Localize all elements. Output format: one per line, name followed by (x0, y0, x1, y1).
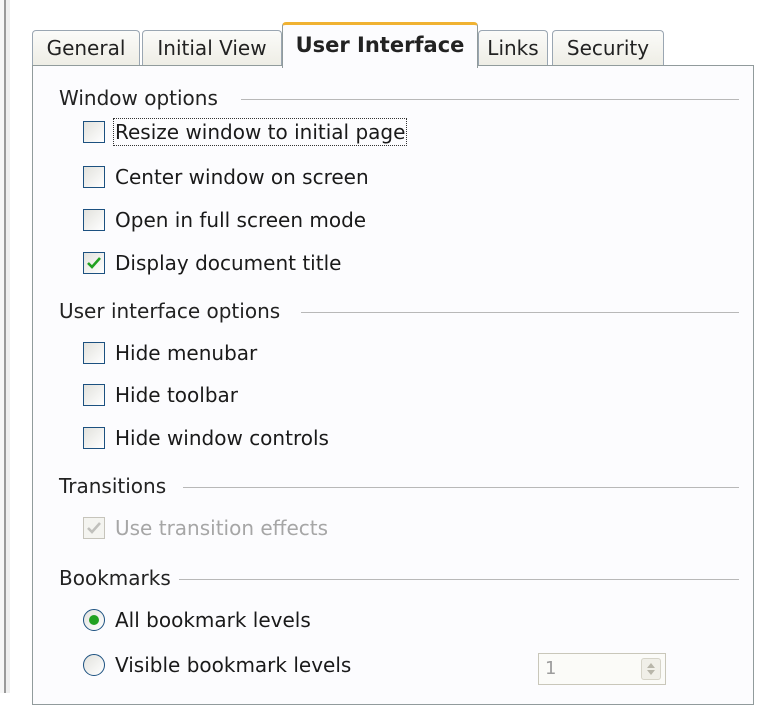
display-title-label[interactable]: Display document title (115, 251, 341, 275)
bookmark-levels-spinbox: 1 (538, 653, 666, 685)
resize-window-label[interactable]: Resize window to initial page (112, 118, 408, 146)
bookmark-levels-value: 1 (545, 658, 557, 679)
hide-toolbar-option[interactable]: Hide toolbar (83, 381, 238, 409)
transitions-divider (183, 487, 739, 488)
resize-window-checkbox[interactable] (83, 121, 105, 143)
display-title-checkbox[interactable] (83, 252, 105, 274)
display-title-option[interactable]: Display document title (83, 249, 341, 277)
hide-menubar-label[interactable]: Hide menubar (115, 341, 257, 365)
full-screen-checkbox[interactable] (83, 209, 105, 231)
bookmarks-heading: Bookmarks (59, 566, 171, 590)
bookmarks-divider (179, 579, 739, 580)
visible-bookmark-levels-option[interactable]: Visible bookmark levels (83, 651, 351, 679)
hide-menubar-option[interactable]: Hide menubar (83, 339, 257, 367)
radio-selected-dot (89, 615, 99, 625)
ui-options-heading: User interface options (59, 299, 281, 323)
center-window-option[interactable]: Center window on screen (83, 163, 369, 191)
window-options-divider (241, 99, 739, 100)
tab-links[interactable]: Links (478, 30, 548, 66)
transition-effects-option: Use transition effects (83, 514, 328, 542)
spin-updown-icon (641, 658, 661, 680)
tab-user-interface[interactable]: User Interface (282, 22, 478, 68)
updown-arrows-icon (647, 663, 655, 675)
window-options-heading: Window options (59, 86, 218, 110)
full-screen-label[interactable]: Open in full screen mode (115, 208, 366, 232)
transition-effects-label: Use transition effects (115, 516, 329, 540)
all-bookmark-levels-option[interactable]: All bookmark levels (83, 606, 311, 634)
center-window-label[interactable]: Center window on screen (115, 165, 369, 189)
center-window-checkbox[interactable] (83, 166, 105, 188)
window-edge (0, 0, 10, 693)
hide-menubar-checkbox[interactable] (83, 342, 105, 364)
transitions-heading: Transitions (59, 474, 167, 498)
hide-toolbar-checkbox[interactable] (83, 384, 105, 406)
resize-window-option[interactable]: Resize window to initial page (83, 118, 408, 146)
visible-bookmark-levels-radio[interactable] (83, 654, 105, 676)
tab-security[interactable]: Security (552, 30, 664, 66)
all-bookmark-levels-radio[interactable] (83, 609, 105, 631)
hide-window-controls-checkbox[interactable] (83, 427, 105, 449)
hide-toolbar-label[interactable]: Hide toolbar (115, 383, 238, 407)
ui-options-divider (301, 312, 739, 313)
full-screen-option[interactable]: Open in full screen mode (83, 206, 366, 234)
tab-initial-view[interactable]: Initial View (142, 30, 282, 66)
checkmark-icon (87, 522, 101, 534)
hide-window-controls-option[interactable]: Hide window controls (83, 424, 329, 452)
tab-general[interactable]: General (32, 30, 140, 66)
user-interface-panel: Window options Resize window to initial … (32, 65, 754, 705)
transition-effects-checkbox (83, 517, 105, 539)
tab-bar: General Initial View User Interface Link… (32, 20, 752, 68)
hide-window-controls-label[interactable]: Hide window controls (115, 426, 329, 450)
all-bookmark-levels-label[interactable]: All bookmark levels (115, 608, 311, 632)
visible-bookmark-levels-label[interactable]: Visible bookmark levels (115, 653, 351, 677)
checkmark-icon (87, 257, 101, 269)
